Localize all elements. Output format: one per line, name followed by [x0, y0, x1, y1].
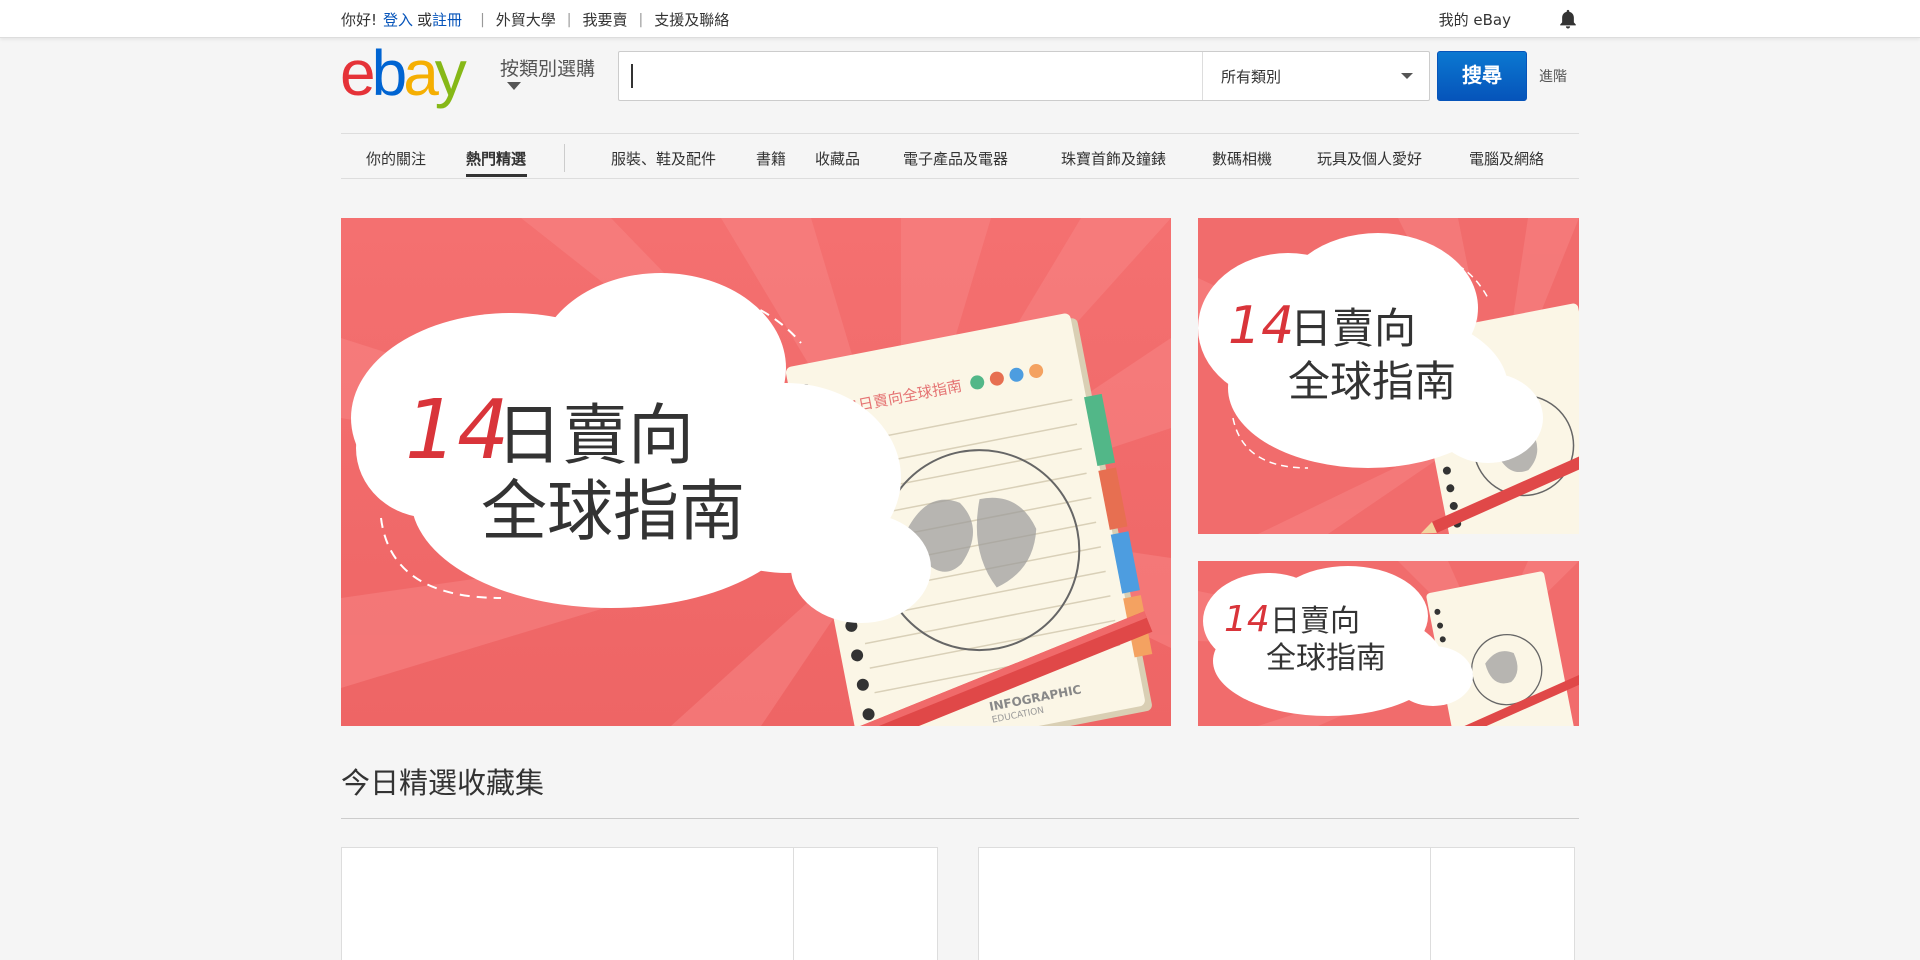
search-bar: 所有類別	[618, 51, 1430, 101]
search-button[interactable]: 搜尋	[1437, 51, 1527, 101]
text-cursor	[631, 64, 633, 88]
banner-line2: 全球指南	[1266, 641, 1386, 676]
hero-banner-main[interactable]: 14日賣向全球指南 INFOGRAPHIC EDUCATION 14 日賣向 全…	[341, 218, 1171, 726]
banner-number: 14	[1228, 296, 1294, 356]
bell-icon[interactable]	[1557, 8, 1579, 30]
nav-item-books[interactable]: 書籍	[756, 148, 786, 169]
chevron-down-icon	[507, 82, 521, 90]
category-nav: 你的關注 熱門精選 服裝、鞋及配件 書籍 收藏品 電子產品及電器 珠寶首飾及鐘錶…	[341, 133, 1579, 179]
banner-line1: 日賣向	[1270, 604, 1360, 639]
nav-item-featured[interactable]: 熱門精選	[466, 148, 526, 169]
banner-line2: 全球指南	[481, 473, 745, 550]
search-input[interactable]	[619, 52, 1201, 100]
divider	[564, 144, 565, 172]
svg-text:ebay: ebay	[340, 43, 467, 109]
banner-illustration: 14 日賣向 全球指南	[1198, 218, 1579, 534]
nav-item-fashion[interactable]: 服裝、鞋及配件	[611, 148, 716, 169]
banner-line2: 全球指南	[1288, 357, 1456, 406]
category-dropdown[interactable]: 所有類別	[1202, 52, 1429, 100]
shop-by-category-button[interactable]: 按類別選購	[500, 54, 610, 94]
collection-card[interactable]	[341, 847, 938, 960]
register-link[interactable]: 註冊	[432, 9, 462, 30]
banner-line1: 日賣向	[1290, 304, 1416, 353]
banner-illustration: 14日賣向全球指南 INFOGRAPHIC EDUCATION 14 日賣向 全…	[341, 218, 1171, 726]
divider: |	[638, 11, 644, 28]
banner-number: 14	[1224, 599, 1270, 640]
chevron-down-icon	[1401, 73, 1413, 79]
category-dropdown-value: 所有類別	[1221, 68, 1282, 86]
sell-link[interactable]: 我要賣	[583, 9, 628, 30]
banner-illustration: 14 日賣向 全球指南	[1198, 561, 1579, 726]
ebay-logo[interactable]: ebay	[340, 43, 490, 109]
divider	[341, 818, 1579, 819]
nav-item-electronics[interactable]: 電子產品及電器	[903, 148, 1008, 169]
divider: |	[566, 11, 572, 28]
trade-university-link[interactable]: 外貿大學	[496, 9, 556, 30]
nav-item-collectibles[interactable]: 收藏品	[815, 148, 860, 169]
collections-title: 今日精選收藏集	[341, 766, 545, 800]
nav-item-jewelry[interactable]: 珠寶首飾及鐘錶	[1061, 148, 1166, 169]
active-tab-indicator	[466, 174, 527, 177]
my-ebay-link[interactable]: 我的 eBay	[1439, 9, 1511, 30]
banner-line1: 日賣向	[496, 397, 694, 474]
nav-item-toys[interactable]: 玩具及個人愛好	[1317, 148, 1422, 169]
divider	[793, 848, 794, 960]
or-text: 或	[417, 11, 433, 29]
divider	[1430, 848, 1431, 960]
shop-by-category-label: 按類別選購	[500, 58, 596, 80]
nav-item-computers[interactable]: 電腦及網絡	[1469, 148, 1544, 169]
support-link[interactable]: 支援及聯絡	[654, 9, 729, 30]
advanced-search-link[interactable]: 進階	[1539, 66, 1567, 86]
nav-item-following[interactable]: 你的關注	[366, 148, 426, 169]
hero-banner-side-top[interactable]: 14 日賣向 全球指南	[1198, 218, 1579, 534]
signin-link[interactable]: 登入	[383, 9, 413, 30]
nav-item-cameras[interactable]: 數碼相機	[1212, 148, 1272, 169]
hero-banner-side-bottom[interactable]: 14 日賣向 全球指南	[1198, 561, 1579, 726]
collection-card[interactable]	[978, 847, 1575, 960]
banner-number: 14	[405, 383, 509, 478]
greeting-text: 你好!	[341, 11, 378, 29]
top-utility-bar: 你好! 登入 或 註冊 | 外貿大學 | 我要賣 | 支援及聯絡 我的 eBay	[0, 0, 1920, 38]
divider: |	[480, 11, 485, 28]
